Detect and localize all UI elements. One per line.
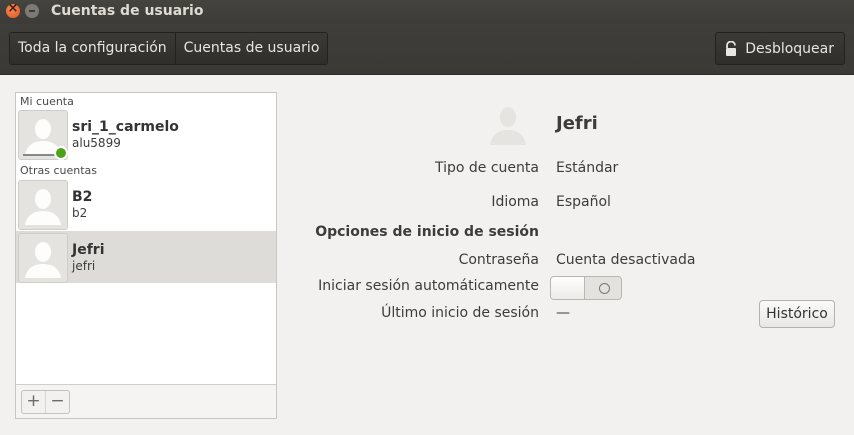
password-value[interactable]: Cuenta desactivada <box>556 252 695 268</box>
password-label: Contraseña <box>458 252 539 268</box>
user-row-b2[interactable]: B2 b2 <box>16 178 276 230</box>
minimize-window-button[interactable] <box>25 4 39 18</box>
history-button[interactable]: Histórico <box>759 300 835 328</box>
user-row-jefri[interactable]: Jefri jefri <box>16 231 276 283</box>
user-login: b2 <box>72 206 88 220</box>
window-title: Cuentas de usuario <box>51 3 204 19</box>
breadcrumb-all-settings[interactable]: Toda la configuración <box>10 33 175 64</box>
title-bar: Cuentas de usuario <box>0 0 854 24</box>
language-label: Idioma <box>491 194 539 210</box>
autologin-label: Iniciar sesión automáticamente <box>318 278 539 294</box>
user-silhouette-icon <box>25 242 61 278</box>
add-remove-group: + − <box>21 390 70 414</box>
switch-knob <box>551 277 585 299</box>
user-login: jefri <box>72 259 96 273</box>
lock-icon <box>726 40 737 56</box>
avatar <box>18 233 68 283</box>
user-avatar-large[interactable] <box>486 102 530 146</box>
user-list-panel: Mi cuenta sri_1_carmelo alu5899 Otras cu… <box>15 92 277 419</box>
other-accounts-section-label: Otras cuentas <box>20 164 98 177</box>
avatar <box>18 180 68 230</box>
user-name-heading[interactable]: Jefri <box>556 113 598 134</box>
last-login-label: Último inicio de sesión <box>381 305 539 321</box>
switch-off-icon <box>599 283 610 294</box>
user-row-sri-1-carmelo[interactable]: sri_1_carmelo alu5899 <box>16 108 276 160</box>
remove-user-button[interactable]: − <box>45 391 69 413</box>
breadcrumb-user-accounts[interactable]: Cuentas de usuario <box>174 33 328 64</box>
user-list-toolbar: + − <box>16 384 276 418</box>
unlock-button[interactable]: Desbloquear <box>715 32 845 65</box>
language-value[interactable]: Español <box>556 194 611 210</box>
user-login: alu5899 <box>72 136 121 150</box>
login-options-heading: Opciones de inicio de sesión <box>315 224 539 240</box>
user-silhouette-icon <box>25 189 61 225</box>
autologin-switch[interactable] <box>550 276 622 300</box>
close-window-button[interactable] <box>6 1 20 18</box>
user-full-name: B2 <box>72 189 93 205</box>
user-full-name: Jefri <box>72 242 105 258</box>
add-user-button[interactable]: + <box>22 391 45 413</box>
unlock-label: Desbloquear <box>745 40 834 57</box>
toolbar: Toda la configuración Cuentas de usuario… <box>0 24 854 75</box>
online-status-indicator <box>54 146 68 160</box>
account-type-label: Tipo de cuenta <box>435 160 539 176</box>
breadcrumb: Toda la configuración Cuentas de usuario <box>9 32 329 65</box>
account-type-value[interactable]: Estándar <box>556 160 618 176</box>
user-full-name: sri_1_carmelo <box>72 119 179 135</box>
last-login-value: — <box>556 305 570 321</box>
my-account-section-label: Mi cuenta <box>20 95 74 108</box>
